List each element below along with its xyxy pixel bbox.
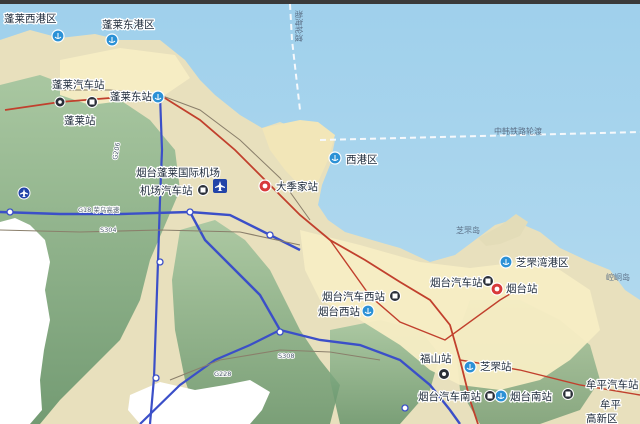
label-penglai-east-port: 蓬莱东港区 bbox=[102, 18, 155, 31]
label-dajijia-station: 大季家站 bbox=[276, 180, 318, 193]
label-kongtong-island: 崆峒岛 bbox=[606, 272, 630, 282]
label-mouping-bus-station: 牟平汽车站 bbox=[586, 378, 639, 391]
label-fushan-station: 福山站 bbox=[420, 352, 452, 365]
bus-icon[interactable] bbox=[562, 388, 574, 400]
train-icon[interactable] bbox=[438, 368, 450, 380]
label-yantai-south-bus-station: 烟台汽车南站 bbox=[418, 390, 481, 403]
bus-icon[interactable] bbox=[482, 275, 494, 287]
map-svg: 蓬莱西港区 蓬莱东港区 蓬莱汽车站 蓬莱东站 蓬莱站 烟台蓬莱国际机场 机场汽车… bbox=[0, 0, 640, 424]
label-zhifu-island: 芝罘岛 bbox=[456, 225, 480, 235]
label-yantai-station: 烟台站 bbox=[506, 282, 538, 295]
label-g18: G18 荣乌高速 bbox=[78, 205, 120, 214]
label-penglai-bus-station: 蓬莱汽车站 bbox=[52, 78, 105, 91]
anchor-icon[interactable] bbox=[361, 304, 375, 318]
label-penglai-east-station: 蓬莱东站 bbox=[110, 90, 152, 103]
anchor-icon[interactable] bbox=[151, 90, 165, 104]
anchor-icon[interactable] bbox=[463, 360, 477, 374]
label-s304: S304 bbox=[100, 226, 117, 234]
label-airport-bus-station: 机场汽车站 bbox=[140, 184, 193, 197]
top-border bbox=[0, 0, 640, 4]
label-s308: S308 bbox=[278, 352, 295, 360]
airplane-icon[interactable] bbox=[213, 179, 227, 193]
hsr-icon[interactable] bbox=[490, 282, 504, 296]
label-yantai-bus-station: 烟台汽车站 bbox=[430, 276, 483, 289]
anchor-icon[interactable] bbox=[499, 255, 513, 269]
hsr-icon[interactable] bbox=[258, 179, 272, 193]
label-airport: 烟台蓬莱国际机场 bbox=[136, 166, 220, 179]
label-ferry-channel: 中韩铁路轮渡 bbox=[494, 126, 542, 136]
map-canvas[interactable]: 蓬莱西港区 蓬莱东港区 蓬莱汽车站 蓬莱东站 蓬莱站 烟台蓬莱国际机场 机场汽车… bbox=[0, 0, 640, 424]
label-mouping: 牟平 bbox=[600, 398, 621, 411]
anchor-icon[interactable] bbox=[494, 389, 508, 403]
bus-icon[interactable] bbox=[484, 390, 496, 402]
label-north-ferry: 渤海轮渡 bbox=[294, 10, 304, 42]
bus-icon[interactable] bbox=[389, 290, 401, 302]
label-g228: G228 bbox=[214, 370, 231, 378]
anchor-icon[interactable] bbox=[105, 33, 119, 47]
bus-icon[interactable] bbox=[197, 184, 209, 196]
label-gaoxin: 高新区 bbox=[586, 412, 618, 424]
label-zhifu-bay-port: 芝罘湾港区 bbox=[516, 256, 569, 269]
anchor-icon[interactable] bbox=[51, 29, 65, 43]
airplane-icon[interactable] bbox=[17, 186, 31, 200]
label-yantai-south-station: 烟台南站 bbox=[510, 390, 552, 403]
label-xigang-port: 西港区 bbox=[346, 154, 378, 166]
bus-icon[interactable] bbox=[86, 96, 98, 108]
label-yantai-west-bus-station: 烟台汽车西站 bbox=[322, 290, 385, 303]
label-zhifu-station: 芝罘站 bbox=[480, 360, 512, 373]
label-yantai-west-station: 烟台西站 bbox=[318, 305, 360, 318]
train-icon[interactable] bbox=[54, 96, 66, 108]
anchor-icon[interactable] bbox=[328, 151, 342, 165]
label-penglai-west-port: 蓬莱西港区 bbox=[4, 13, 57, 25]
label-penglai-station: 蓬莱站 bbox=[64, 114, 96, 127]
